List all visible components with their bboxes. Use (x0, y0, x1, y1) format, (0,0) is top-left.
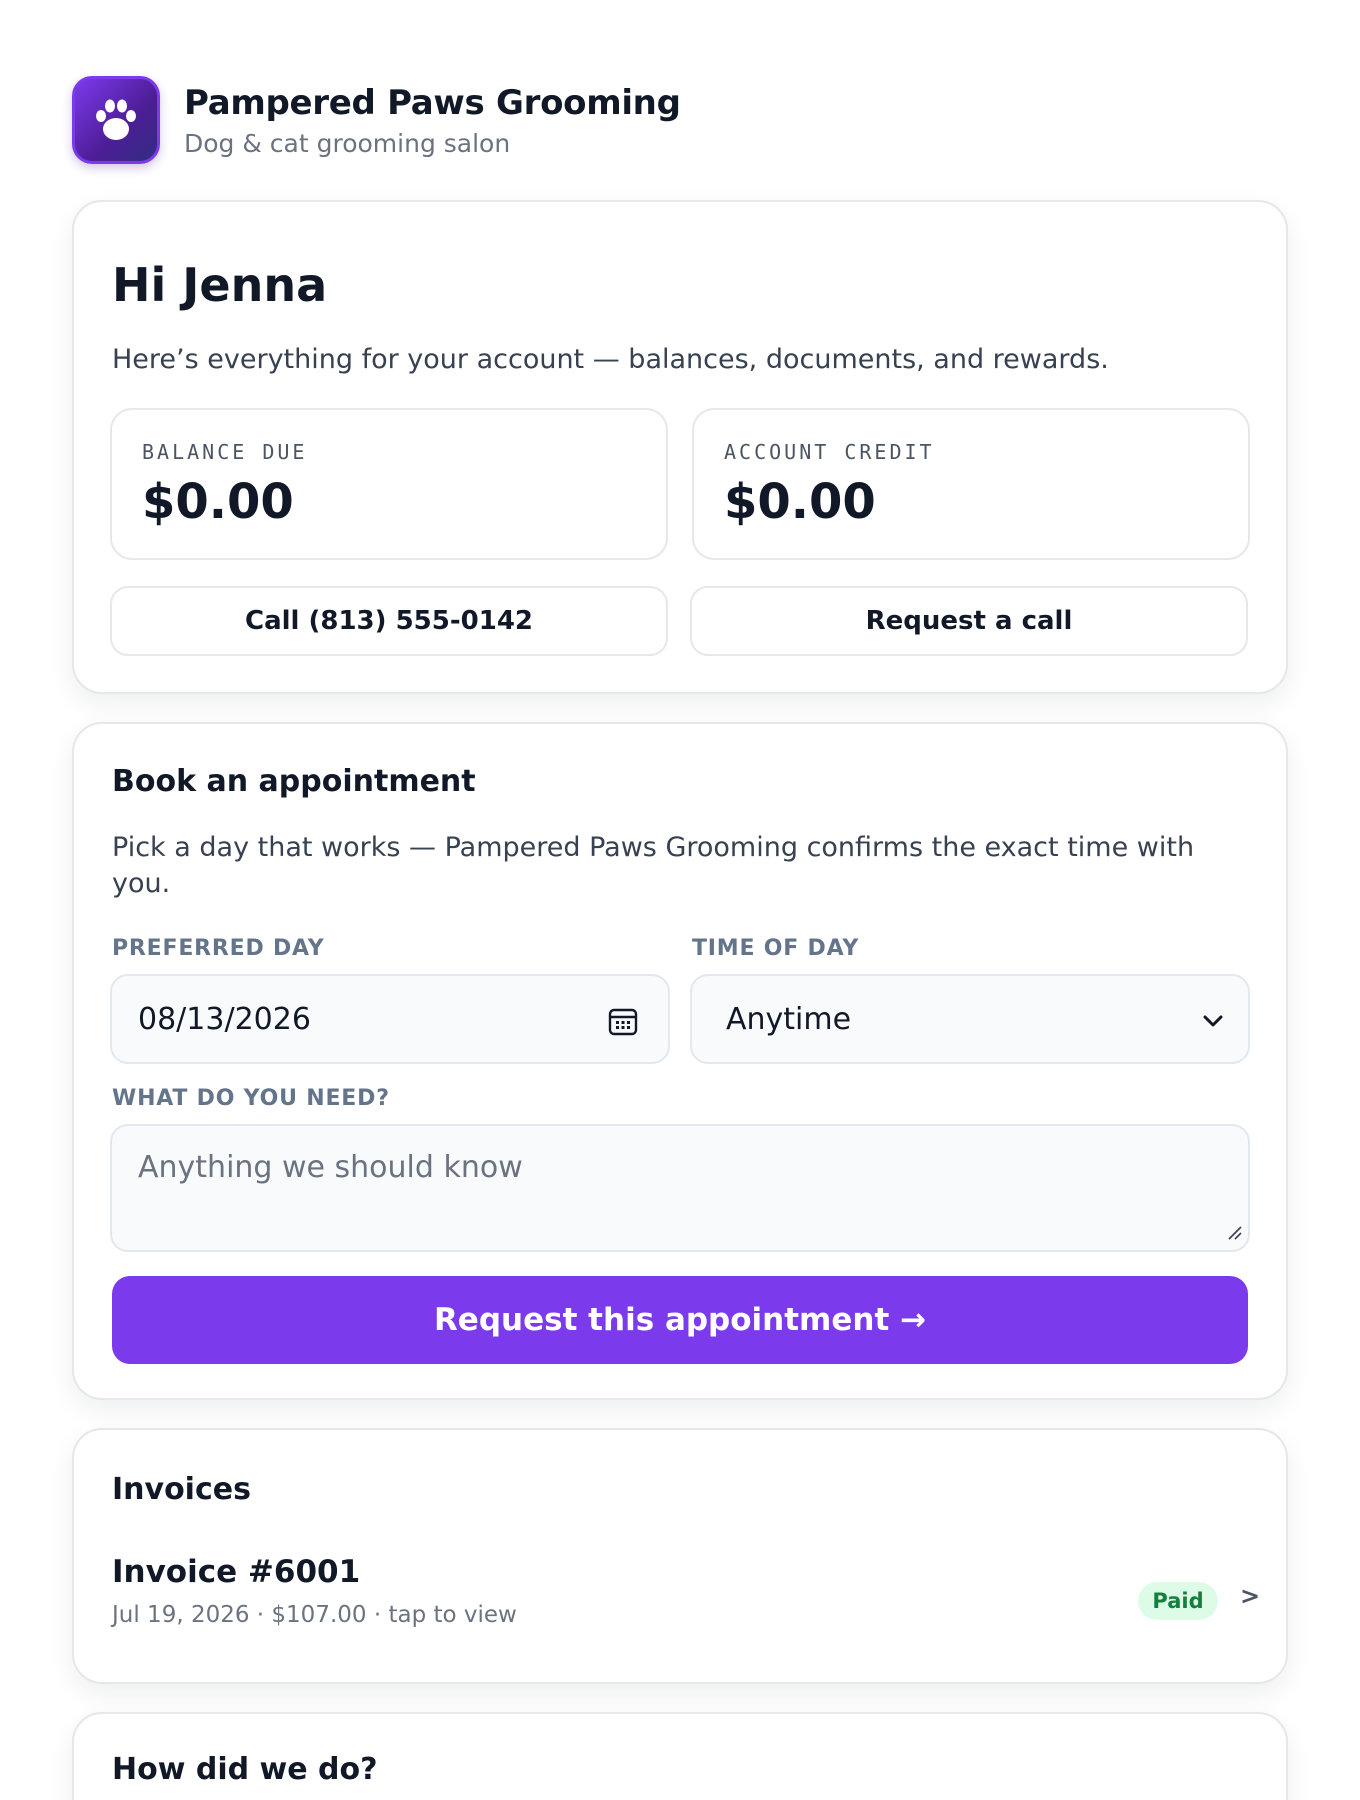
feedback-title: How did we do? (112, 1752, 378, 1787)
needs-placeholder: Anything we should know (138, 1150, 523, 1185)
feedback-card: How did we do? (72, 1712, 1288, 1800)
chevron-down-icon (1202, 1010, 1224, 1036)
chevron-right-icon[interactable]: > (1240, 1582, 1260, 1610)
request-appointment-button[interactable]: Request this appointment → (112, 1276, 1248, 1364)
booking-card: Book an appointment Pick a day that work… (72, 722, 1288, 1400)
brand-name: Pampered Paws Grooming (184, 82, 681, 123)
balance-due-label: BALANCE DUE (142, 440, 308, 464)
booking-description: Pick a day that works — Pampered Paws Gr… (112, 832, 1195, 899)
time-of-day-value: Anytime (726, 1002, 852, 1037)
preferred-day-value: 08/13/2026 (138, 1002, 311, 1037)
account-credit-value: $0.00 (724, 474, 876, 530)
account-credit-label: ACCOUNT CREDIT (724, 440, 935, 464)
invoice-title: Invoice #6001 (112, 1554, 361, 1590)
time-of-day-label: TIME OF DAY (692, 936, 860, 961)
account-card: Hi Jenna Here’s everything for your acco… (72, 200, 1288, 694)
request-call-button[interactable]: Request a call (690, 586, 1248, 656)
what-do-you-need-label: WHAT DO YOU NEED? (112, 1086, 390, 1111)
paw-icon (72, 76, 160, 164)
invoices-card: Invoices Invoice #6001 Jul 19, 2026 · $1… (72, 1428, 1288, 1684)
needs-textarea[interactable]: Anything we should know (110, 1124, 1250, 1252)
booking-title: Book an appointment (112, 764, 476, 799)
status-badge: Paid (1138, 1582, 1218, 1620)
calendar-icon[interactable] (608, 1006, 638, 1040)
greeting: Hi Jenna (112, 258, 328, 312)
resize-handle-icon[interactable] (1226, 1224, 1242, 1244)
time-of-day-select[interactable]: Anytime (690, 974, 1250, 1064)
account-credit-card: ACCOUNT CREDIT $0.00 (692, 408, 1250, 560)
call-button[interactable]: Call (813) 555-0142 (110, 586, 668, 656)
invoice-meta: Jul 19, 2026 · $107.00 · tap to view (112, 1602, 517, 1628)
balance-due-card: BALANCE DUE $0.00 (110, 408, 668, 560)
app-header: Pampered Paws Grooming Dog & cat groomin… (72, 76, 681, 164)
preferred-day-input[interactable]: 08/13/2026 (110, 974, 670, 1064)
account-intro: Here’s everything for your account — bal… (112, 344, 1109, 375)
brand-tagline: Dog & cat grooming salon (184, 128, 511, 158)
invoices-title: Invoices (112, 1472, 251, 1507)
preferred-day-label: PREFERRED DAY (112, 936, 325, 961)
balance-due-value: $0.00 (142, 474, 294, 530)
